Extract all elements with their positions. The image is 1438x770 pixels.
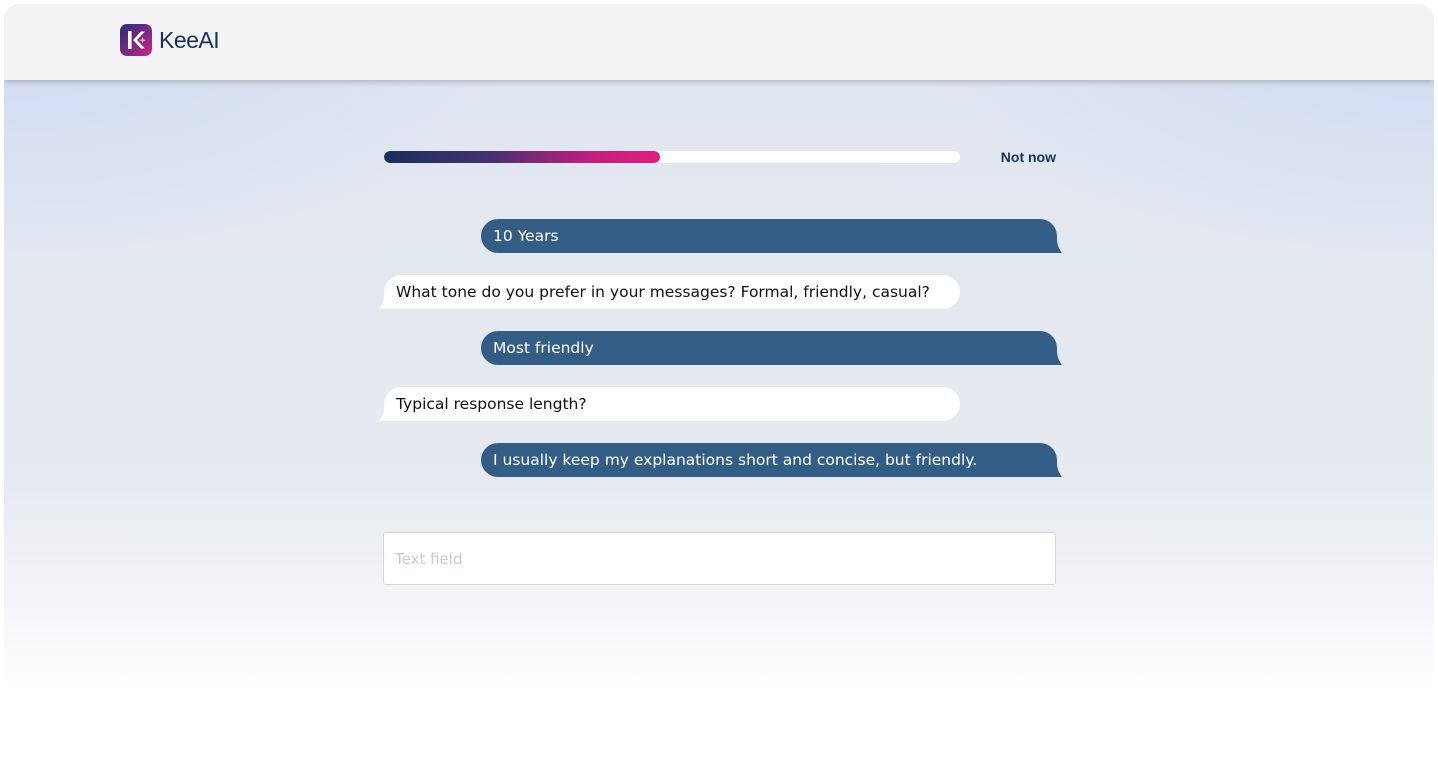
app-logo[interactable]: KeeAI xyxy=(120,24,220,56)
onboarding-progress-bar xyxy=(384,151,960,163)
bubble-tail-icon xyxy=(379,407,393,421)
top-bar: KeeAI xyxy=(4,4,1434,80)
progress-bar-fill xyxy=(384,151,661,163)
message-text: Typical response length? xyxy=(396,395,587,413)
chat-message-user: Most friendly xyxy=(481,331,1062,365)
message-text: Most friendly xyxy=(493,339,594,357)
message-input[interactable] xyxy=(383,532,1056,585)
message-text: I usually keep my explanations short and… xyxy=(493,451,978,469)
bubble-tail-icon xyxy=(379,295,393,309)
message-text: 10 Years xyxy=(493,227,559,245)
keeai-logo-icon xyxy=(120,24,152,56)
message-text: What tone do you prefer in your messages… xyxy=(396,283,930,301)
logo-wordmark: KeeAI xyxy=(159,27,220,53)
chat-message-user: 10 Years xyxy=(481,219,1062,253)
chat-message-user: I usually keep my explanations short and… xyxy=(481,443,1062,477)
bubble-tail-icon xyxy=(1048,239,1062,253)
app-window: KeeAI Not now 10 Years What tone do you … xyxy=(4,4,1434,770)
chat-message-assistant: What tone do you prefer in your messages… xyxy=(379,275,960,309)
bubble-tail-icon xyxy=(1048,463,1062,477)
bubble-tail-icon xyxy=(1048,351,1062,365)
chat-message-assistant: Typical response length? xyxy=(379,387,960,421)
not-now-button[interactable]: Not now xyxy=(994,147,1056,167)
